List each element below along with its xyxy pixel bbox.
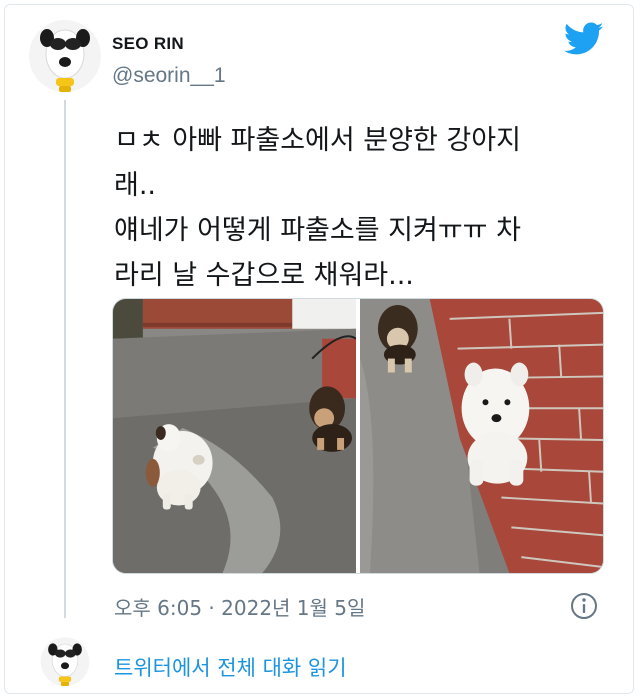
tweet-text-line: ㅁㅊ 아빠 파출소에서 분양한 강아지: [114, 125, 521, 156]
read-conversation-link[interactable]: 트위터에서 전체 대화 읽기: [114, 652, 347, 682]
twitter-bird-icon[interactable]: [564, 22, 604, 56]
tweet-timestamp[interactable]: 오후 6:05 · 2022년 1월 5일: [114, 592, 365, 621]
display-name[interactable]: SEO RIN: [112, 34, 184, 54]
tweet-media[interactable]: [112, 298, 604, 574]
tweet-text-line: 라리 날 수갑으로 채워라...: [114, 260, 414, 291]
puppy-photo-left[interactable]: [113, 299, 356, 573]
user-handle[interactable]: @seorin__1: [112, 64, 226, 88]
puppy-photo-right[interactable]: [360, 299, 603, 573]
tweet-text-line: 래..: [114, 170, 157, 201]
tweet-text: ㅁㅊ 아빠 파출소에서 분양한 강아지 래.. 얘네가 어떻게 파출소를 지켜ㅠ…: [114, 118, 614, 298]
thread-line: [64, 100, 66, 618]
info-icon[interactable]: [568, 590, 600, 622]
tweet-text-line: 얘네가 어떻게 파출소를 지켜ㅠㅠ 차: [114, 215, 521, 246]
avatar[interactable]: [40, 634, 90, 692]
avatar[interactable]: [28, 16, 102, 100]
